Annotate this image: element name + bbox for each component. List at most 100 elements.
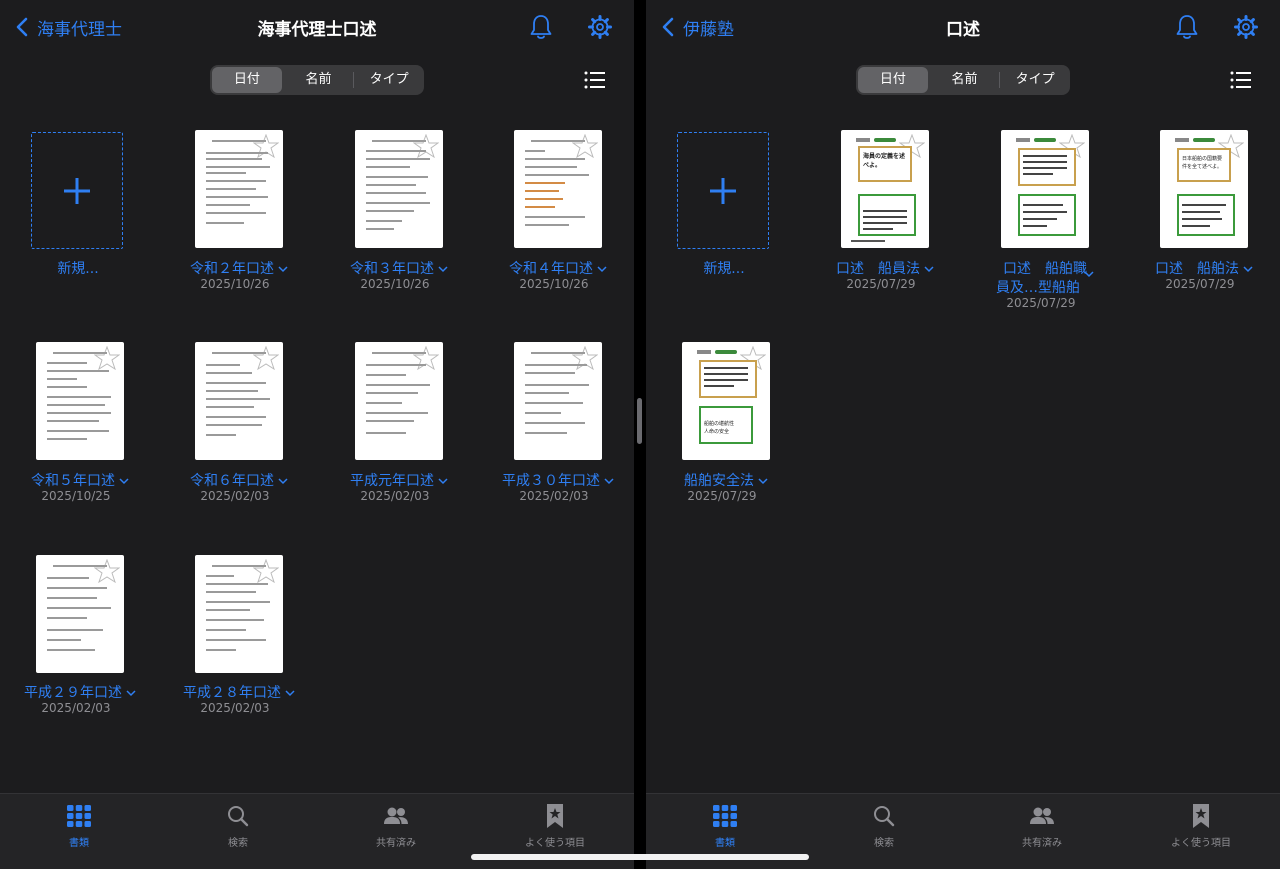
tab-label: 書類 [715, 838, 735, 849]
star-icon [94, 346, 120, 370]
people-icon [384, 807, 408, 824]
gear-icon[interactable] [1233, 14, 1259, 40]
card-question [699, 360, 757, 398]
chevron-down-icon [126, 690, 136, 697]
document-thumbnail[interactable]: 船舶の堪航性 人命の安全 [682, 342, 770, 460]
segment-name[interactable]: 名前 [284, 67, 354, 93]
document-name-text: 平成３０年口述 [502, 473, 600, 489]
nav-bar: 海事代理士 海事代理士口述 [0, 0, 634, 54]
document-date: 2025/02/03 [41, 701, 111, 715]
tab-search[interactable]: 検索 [829, 804, 939, 849]
chevron-down-icon [1243, 266, 1253, 273]
document-thumbnail[interactable] [195, 555, 283, 673]
segment-date[interactable]: 日付 [212, 67, 282, 93]
document-thumbnail[interactable]: 日本船舶の国籍要件を全て述べよ。 [1160, 130, 1248, 248]
list-icon[interactable] [1230, 71, 1252, 89]
chevron-down-icon [1084, 271, 1094, 278]
tab-shared[interactable]: 共有済み [987, 804, 1097, 849]
document-name-text: 令和５年口述 [31, 473, 115, 489]
star-icon [253, 134, 279, 158]
tab-documents[interactable]: 書類 [24, 804, 134, 849]
document-name-text: 口述 船舶法 [1155, 261, 1239, 277]
magnifier-icon [228, 806, 249, 827]
segment-type[interactable]: タイプ [1000, 67, 1070, 93]
document-thumbnail[interactable] [36, 555, 124, 673]
card-answer [858, 194, 916, 236]
document-thumbnail[interactable] [1001, 130, 1089, 248]
grid-icon [67, 805, 91, 827]
card-answer-item: 船舶の堪航性 [704, 421, 735, 427]
document-name-text: 令和４年口述 [509, 261, 593, 277]
star-icon [253, 346, 279, 370]
segment-type[interactable]: タイプ [354, 67, 424, 93]
back-button[interactable]: 海事代理士 [12, 13, 122, 41]
document-name-text: 平成２８年口述 [183, 685, 281, 701]
document-thumbnail[interactable]: 海員の定義を述べよ。 [841, 130, 929, 248]
back-button[interactable]: 伊藤塾 [658, 13, 734, 41]
tab-label: よく使う項目 [1171, 838, 1231, 849]
bell-icon[interactable] [1174, 13, 1200, 41]
chevron-left-icon [662, 17, 674, 37]
document-thumbnail[interactable] [36, 342, 124, 460]
document-date: 2025/10/26 [360, 277, 430, 291]
document-name-text: 船舶安全法 [684, 473, 754, 489]
new-document-label[interactable]: 新規... [3, 260, 153, 279]
document-thumbnail[interactable] [355, 342, 443, 460]
new-document-tile[interactable] [677, 132, 769, 249]
chevron-down-icon [924, 266, 934, 273]
star-icon [413, 346, 439, 370]
star-icon [94, 559, 120, 583]
document-date: 2025/07/29 [687, 489, 757, 503]
document-date: 2025/02/03 [360, 489, 430, 503]
card-answer [1018, 194, 1076, 236]
chevron-down-icon [278, 266, 288, 273]
tab-label: よく使う項目 [525, 838, 585, 849]
tab-label: 書類 [69, 838, 89, 849]
document-thumbnail[interactable] [514, 130, 602, 248]
document-thumbnail[interactable] [195, 130, 283, 248]
document-thumbnail[interactable] [355, 130, 443, 248]
document-name[interactable]: 口述 船舶職 員及…型船舶 [970, 260, 1120, 298]
document-name-line1: 口述 船舶職 [1003, 261, 1087, 277]
document-thumbnail[interactable] [514, 342, 602, 460]
star-icon [253, 559, 279, 583]
document-name-text: 平成２９年口述 [24, 685, 122, 701]
chevron-down-icon [278, 478, 288, 485]
bookmark-star-icon [1193, 804, 1209, 828]
tab-label: 検索 [874, 838, 894, 849]
bell-icon[interactable] [528, 13, 554, 41]
star-icon [413, 134, 439, 158]
new-document-tile[interactable] [31, 132, 123, 249]
card-question [1018, 148, 1076, 186]
chevron-down-icon [597, 266, 607, 273]
document-name-text: 令和２年口述 [190, 261, 274, 277]
document-date: 2025/10/26 [519, 277, 589, 291]
chevron-down-icon [438, 266, 448, 273]
new-document-label[interactable]: 新規... [649, 260, 799, 279]
left-pane: 海事代理士 海事代理士口述 日付 名前 タイプ 新規... 令和２年口述 202… [0, 0, 634, 869]
tab-search[interactable]: 検索 [183, 804, 293, 849]
sort-segmented-control: 日付 名前 タイプ [856, 65, 1070, 95]
chevron-down-icon [119, 478, 129, 485]
segment-name[interactable]: 名前 [930, 67, 1000, 93]
tab-shared[interactable]: 共有済み [341, 804, 451, 849]
tab-documents[interactable]: 書類 [670, 804, 780, 849]
plus-icon [64, 177, 90, 204]
chevron-down-icon [758, 478, 768, 485]
gear-icon[interactable] [587, 14, 613, 40]
bookmark-star-icon [547, 804, 563, 828]
tab-favorites[interactable]: よく使う項目 [500, 804, 610, 849]
document-date: 2025/07/29 [846, 277, 916, 291]
tab-favorites[interactable]: よく使う項目 [1146, 804, 1256, 849]
star-icon [572, 346, 598, 370]
segment-date[interactable]: 日付 [858, 67, 928, 93]
document-thumbnail[interactable] [195, 342, 283, 460]
tab-label: 共有済み [376, 838, 416, 849]
split-view-divider-handle[interactable] [637, 398, 642, 444]
document-date: 2025/10/25 [41, 489, 111, 503]
list-icon[interactable] [584, 71, 606, 89]
document-name-text: 口述 船員法 [836, 261, 920, 277]
document-date: 2025/07/29 [1165, 277, 1235, 291]
home-indicator[interactable] [471, 854, 809, 860]
plus-icon [710, 177, 736, 204]
